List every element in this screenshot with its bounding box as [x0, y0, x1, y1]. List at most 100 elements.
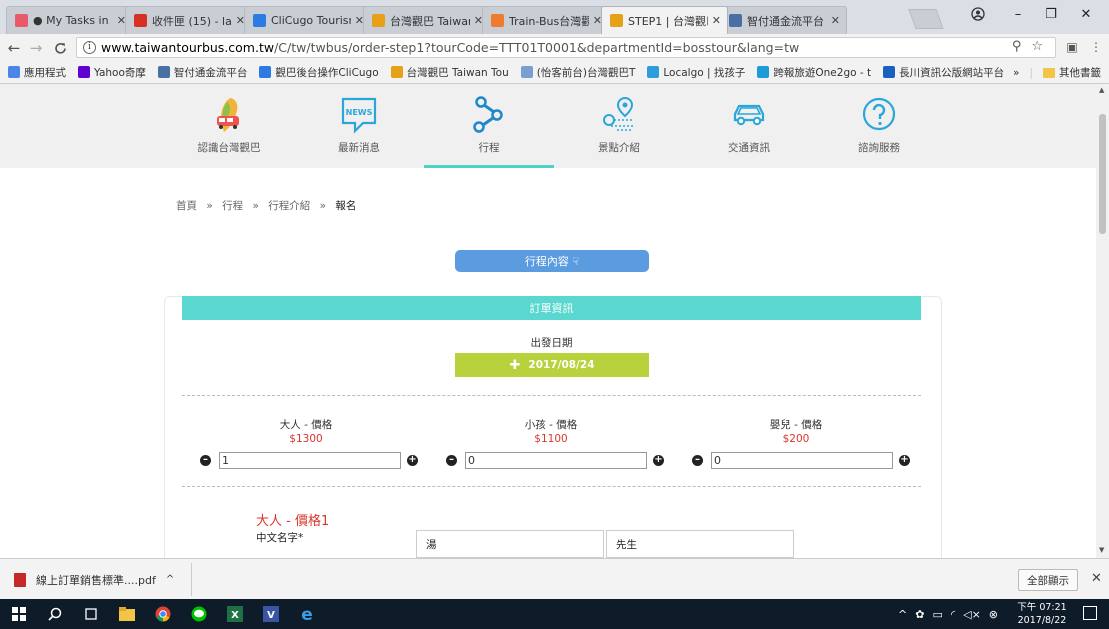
browser-tab[interactable]: 台灣觀巴 Taiwan T✕ [363, 6, 490, 34]
show-all-downloads-button[interactable]: 全部顯示 [1018, 569, 1078, 591]
chevron-up-icon[interactable]: ^ [166, 574, 174, 585]
plus-icon[interactable]: + [653, 455, 664, 466]
zoom-icon[interactable]: ⚲ [1012, 39, 1022, 54]
browser-tab[interactable]: Train-Bus台灣觀巴✕ [482, 6, 609, 34]
breadcrumb-itinerary-intro[interactable]: 行程介紹 [268, 200, 310, 212]
notification-icon[interactable] [1083, 606, 1097, 620]
bookmark-label: 跨報旅遊One2go - t [773, 66, 872, 79]
scroll-up-icon[interactable]: ▲ [1099, 86, 1104, 94]
new-tab-button[interactable] [908, 9, 944, 29]
profile-icon[interactable] [962, 0, 994, 28]
breadcrumb-separator: » [206, 200, 213, 212]
nav-attractions[interactable]: 景點介紹 [554, 84, 684, 168]
plus-icon[interactable]: + [899, 455, 910, 466]
bookmark-item[interactable]: 應用程式 [8, 65, 66, 80]
volume-icon[interactable]: ◁× [963, 608, 981, 621]
svg-text:e: e [301, 606, 313, 622]
other-bookmarks-folder[interactable]: 其他書籤 [1043, 65, 1101, 80]
scroll-down-icon[interactable]: ▼ [1099, 546, 1104, 554]
chinese-name-label: 中文名字* [256, 532, 304, 544]
nav-itinerary[interactable]: 行程 [424, 84, 554, 168]
itinerary-content-button[interactable]: 行程內容 ☟ [455, 250, 649, 272]
close-download-shelf-icon[interactable]: ✕ [1091, 571, 1102, 586]
nav-about[interactable]: 認識台灣觀巴 [164, 84, 294, 168]
bookmark-item[interactable]: (怡客前台)台灣觀巴T [520, 65, 635, 80]
browser-tab[interactable]: CliCugo Tourism ✕ [244, 6, 371, 34]
bookmark-item[interactable]: 台灣觀巴 Taiwan Tou [390, 65, 509, 80]
chevron-up-icon[interactable]: ^ [898, 608, 907, 621]
tab-title: ● My Tasks in riv [33, 14, 113, 27]
nav-consult[interactable]: 諮詢服務 [814, 84, 944, 168]
tab-title: Train-Bus台灣觀巴 [509, 14, 589, 28]
browser-tab[interactable]: STEP1 | 台灣觀巴 ✕ [601, 6, 728, 34]
bookmark-star-icon[interactable]: ☆ [1031, 39, 1043, 54]
infant-quantity-input[interactable] [711, 452, 893, 469]
bookmark-item[interactable]: 智付通金流平台 [157, 65, 247, 80]
adult-price: 大人 - 價格 $1300 [186, 417, 426, 445]
bookmark-item[interactable]: Yahoo奇摩 [78, 65, 146, 80]
bookmark-label: 台灣觀巴 Taiwan Tou [406, 66, 509, 79]
plus-icon[interactable]: + [407, 455, 418, 466]
download-filename: 線上訂單銷售標準....pdf [36, 573, 156, 587]
bookmark-item[interactable]: Localgo | 找孩子 [647, 65, 745, 80]
download-item[interactable]: 線上訂單銷售標準....pdf ^ [6, 563, 192, 596]
tab-title: CliCugo Tourism [271, 14, 351, 27]
bookmark-item[interactable]: 長川資訊公版網站平台 [883, 65, 1004, 80]
page-scrollbar[interactable]: ▲ ▼ [1096, 84, 1109, 558]
given-name-input[interactable]: 先生 [606, 530, 794, 558]
nav-transport[interactable]: 交通資訊 [684, 84, 814, 168]
scrollbar-thumb[interactable] [1099, 114, 1106, 234]
edge-icon[interactable]: e [296, 603, 318, 625]
back-arrow-icon[interactable]: ← [4, 38, 24, 58]
breadcrumb-home[interactable]: 首頁 [176, 200, 197, 212]
excel-icon[interactable]: X [224, 603, 246, 625]
forward-arrow-icon[interactable]: → [26, 38, 46, 58]
extension-icon[interactable]: ▣ [1064, 39, 1080, 55]
order-info-header: 訂單資訊 [182, 296, 921, 320]
tab-favicon-icon [15, 14, 28, 27]
battery-icon[interactable]: ▭ [932, 608, 942, 621]
file-explorer-icon[interactable] [116, 603, 138, 625]
minus-icon[interactable]: – [200, 455, 211, 466]
bookmark-item[interactable]: 觀巴後台操作CliCugo [259, 65, 379, 80]
browser-tab[interactable]: 收件匣 (15) - laure✕ [125, 6, 252, 34]
nav-news[interactable]: NEWS 最新消息 [294, 84, 424, 168]
search-icon[interactable] [44, 603, 66, 625]
browser-tab[interactable]: ● My Tasks in riv✕ [6, 6, 133, 34]
reload-icon[interactable] [50, 38, 70, 58]
bookmark-favicon-icon [390, 66, 403, 78]
bookmark-item[interactable]: 跨報旅遊One2go - t [757, 65, 871, 80]
task-view-icon[interactable] [80, 603, 102, 625]
adult-quantity-input[interactable] [219, 452, 401, 469]
wifi-icon[interactable]: ◜ [951, 608, 955, 621]
browser-tab[interactable]: 智付通金流平台 ✕ [720, 6, 847, 34]
site-info-icon[interactable]: i [83, 41, 96, 54]
chrome-icon[interactable] [152, 603, 174, 625]
tab-title: 收件匣 (15) - laure [152, 14, 232, 28]
tab-close-icon[interactable]: ✕ [831, 14, 840, 27]
child-quantity-input[interactable] [465, 452, 647, 469]
minus-icon[interactable]: – [692, 455, 703, 466]
status-icon[interactable]: ⊗ [989, 608, 998, 621]
tab-close-icon[interactable]: ✕ [712, 14, 721, 27]
minimize-icon[interactable]: – [1002, 0, 1034, 28]
close-window-icon[interactable]: ✕ [1070, 0, 1102, 28]
clock-date: 2017/8/22 [1017, 615, 1067, 626]
restore-icon[interactable]: ❐ [1035, 0, 1067, 28]
surname-input[interactable]: 湯 [416, 530, 604, 558]
menu-icon[interactable]: ⋮ [1088, 39, 1104, 55]
price-label: 小孩 - 價格 [524, 419, 578, 431]
bookmark-favicon-icon [259, 66, 272, 78]
breadcrumb-itinerary[interactable]: 行程 [222, 200, 243, 212]
taskbar-clock[interactable]: 下午 07:21 2017/8/22 [1014, 601, 1070, 627]
windows-start-icon[interactable] [8, 603, 30, 625]
app-tray-icon[interactable]: ✿ [915, 608, 924, 621]
minus-icon[interactable]: – [446, 455, 457, 466]
line-icon[interactable] [188, 603, 210, 625]
nav-label: 行程 [478, 142, 500, 154]
address-bar[interactable]: i www.taiwantourbus.com.tw /C/tw/twbus/o… [76, 37, 1056, 58]
visio-icon[interactable]: V [260, 603, 282, 625]
departure-date-button[interactable]: ✚ 2017/08/24 [455, 353, 649, 377]
location-icon [603, 96, 634, 131]
more-bookmarks-button[interactable]: » [1013, 67, 1019, 79]
